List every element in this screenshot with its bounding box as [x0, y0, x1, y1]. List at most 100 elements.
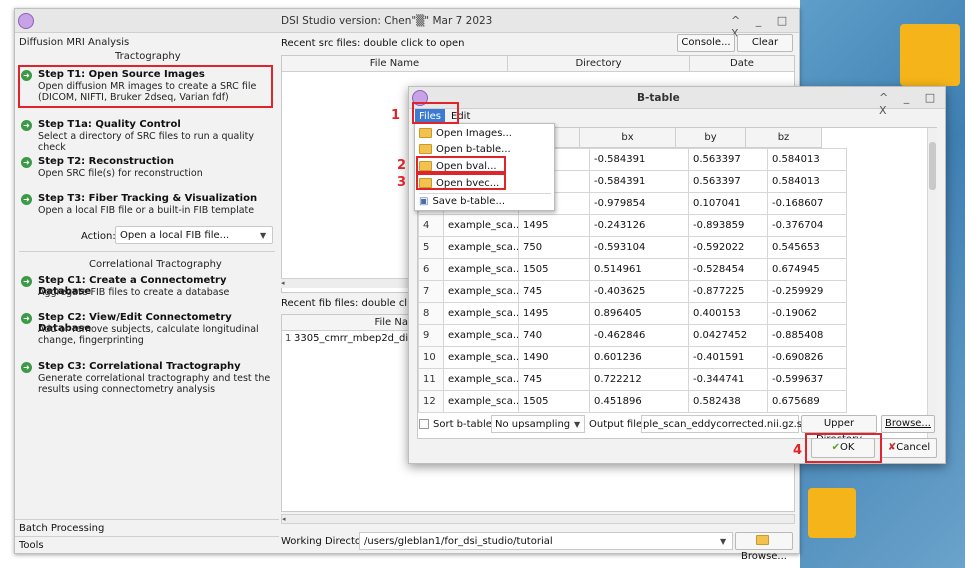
col-file-name[interactable]: File Name: [282, 56, 508, 72]
section-header[interactable]: Diffusion MRI Analysis: [19, 37, 129, 48]
col-bx[interactable]: bx: [580, 128, 676, 148]
console-button[interactable]: Console...: [677, 34, 735, 52]
btable-cell-by[interactable]: 0.400153: [688, 302, 768, 325]
btable-cell-name[interactable]: example_sca...: [443, 280, 519, 303]
btable-cell-n[interactable]: 7: [418, 280, 444, 303]
btable-cell-by[interactable]: 0.563397: [688, 170, 768, 193]
btable-cell-bx[interactable]: -0.462846: [589, 324, 689, 347]
btable-row[interactable]: 10 example_sca... 1490 0.601236 -0.401591 -0.…: [418, 346, 847, 369]
btable-cell-name[interactable]: example_sca...: [443, 390, 519, 413]
btable-cell-by[interactable]: 0.0427452: [688, 324, 768, 347]
btable-row[interactable]: 7 example_sca... 745 -0.403625 -0.877225 -0.2…: [418, 280, 847, 303]
dialog-window-controls[interactable]: ^ _ □ X: [879, 91, 945, 117]
step-c3[interactable]: ➜ Step C3: Correlational Tractography Ge…: [21, 360, 273, 398]
btable-cell-n[interactable]: 10: [418, 346, 444, 369]
btable-cell-by[interactable]: 0.582438: [688, 390, 768, 413]
btable-cell-n[interactable]: 9: [418, 324, 444, 347]
btable-cell-b[interactable]: 740: [518, 324, 590, 347]
browse-button[interactable]: Browse...: [881, 415, 935, 433]
vertical-scrollbar[interactable]: [927, 128, 937, 438]
cancel-button[interactable]: ✘Cancel: [881, 438, 937, 458]
btable-cell-bz[interactable]: 0.675689: [767, 390, 847, 413]
step-c1[interactable]: ➜ Step C1: Create a Connectometry Databa…: [21, 274, 273, 300]
btable-cell-bz[interactable]: -0.19062: [767, 302, 847, 325]
btable-row[interactable]: 5 example_sca... 750 -0.593104 -0.592022 0.54…: [418, 236, 847, 259]
btable-cell-bz[interactable]: 0.584013: [767, 170, 847, 193]
col-date[interactable]: Date: [690, 56, 794, 72]
btable-cell-b[interactable]: 745: [518, 368, 590, 391]
col-bz[interactable]: bz: [746, 128, 822, 148]
btable-cell-name[interactable]: example_sca...: [443, 214, 519, 237]
btable-row[interactable]: 11 example_sca... 745 0.722212 -0.344741 -0.5…: [418, 368, 847, 391]
step-c2[interactable]: ➜ Step C2: View/Edit Connectometry Datab…: [21, 311, 273, 349]
btable-cell-n[interactable]: 12: [418, 390, 444, 413]
browse-button[interactable]: Browse...: [735, 532, 793, 562]
btable-cell-b[interactable]: 1505: [518, 390, 590, 413]
scrollbar-thumb[interactable]: [929, 142, 936, 190]
btable-cell-bz[interactable]: 0.584013: [767, 148, 847, 171]
btable-cell-bx[interactable]: 0.896405: [589, 302, 689, 325]
col-fib-file-name[interactable]: File Na: [282, 315, 412, 331]
horizontal-scrollbar[interactable]: ◂: [281, 278, 411, 288]
batch-processing-tab[interactable]: Batch Processing: [15, 519, 279, 536]
btable-row[interactable]: 4 example_sca... 1495 -0.243126 -0.893859 -0.…: [418, 214, 847, 237]
menu-item-save-btable[interactable]: ▣ Save b-table...: [419, 194, 551, 210]
btable-cell-bx[interactable]: -0.584391: [589, 170, 689, 193]
btable-cell-by[interactable]: 0.563397: [688, 148, 768, 171]
btable-cell-b[interactable]: 1505: [518, 258, 590, 281]
btable-cell-by[interactable]: -0.401591: [688, 346, 768, 369]
btable-cell-b[interactable]: 745: [518, 280, 590, 303]
col-by[interactable]: by: [676, 128, 746, 148]
btable-cell-bx[interactable]: 0.722212: [589, 368, 689, 391]
btable-cell-name[interactable]: example_sca...: [443, 236, 519, 259]
btable-cell-b[interactable]: 750: [518, 236, 590, 259]
step-t2[interactable]: ➜ Step T2: Reconstruction Open SRC file(…: [21, 155, 273, 181]
btable-cell-bx[interactable]: -0.403625: [589, 280, 689, 303]
btable-cell-by[interactable]: -0.344741: [688, 368, 768, 391]
btable-row[interactable]: 6 example_sca... 1505 0.514961 -0.528454 0.67…: [418, 258, 847, 281]
btable-cell-by[interactable]: -0.592022: [688, 236, 768, 259]
btable-cell-n[interactable]: 6: [418, 258, 444, 281]
btable-cell-n[interactable]: 4: [418, 214, 444, 237]
btable-cell-bx[interactable]: -0.584391: [589, 148, 689, 171]
working-dir-select[interactable]: /users/gleblan1/for_dsi_studio/tutorial …: [359, 532, 733, 550]
btable-cell-bx[interactable]: 0.451896: [589, 390, 689, 413]
btable-cell-b[interactable]: 1495: [518, 214, 590, 237]
btable-cell-bz[interactable]: -0.599637: [767, 368, 847, 391]
upsampling-select[interactable]: No upsampling ▼: [491, 415, 585, 433]
sort-btable-checkbox[interactable]: [419, 419, 429, 429]
btable-cell-bx[interactable]: 0.601236: [589, 346, 689, 369]
btable-cell-name[interactable]: example_sca...: [443, 258, 519, 281]
horizontal-scrollbar[interactable]: ◂: [281, 514, 795, 524]
btable-cell-bz[interactable]: -0.376704: [767, 214, 847, 237]
btable-cell-bz[interactable]: 0.674945: [767, 258, 847, 281]
btable-cell-name[interactable]: example_sca...: [443, 324, 519, 347]
btable-cell-name[interactable]: example_sca...: [443, 302, 519, 325]
btable-cell-n[interactable]: 5: [418, 236, 444, 259]
btable-cell-bz[interactable]: -0.259929: [767, 280, 847, 303]
btable-cell-by[interactable]: -0.528454: [688, 258, 768, 281]
btable-row[interactable]: 12 example_sca... 1505 0.451896 0.582438 0.67…: [418, 390, 847, 413]
menu-item-open-images[interactable]: Open Images...: [419, 126, 551, 142]
btable-cell-bz[interactable]: 0.545653: [767, 236, 847, 259]
btable-cell-name[interactable]: example_sca...: [443, 368, 519, 391]
btable-cell-bx[interactable]: -0.979854: [589, 192, 689, 215]
btable-cell-bz[interactable]: -0.690826: [767, 346, 847, 369]
output-file-input[interactable]: ple_scan_eddycorrected.nii.gz.src.gz: [641, 415, 826, 433]
tools-tab[interactable]: Tools: [15, 536, 279, 553]
btable-cell-bz[interactable]: -0.168607: [767, 192, 847, 215]
btable-cell-b[interactable]: 1490: [518, 346, 590, 369]
step-t1a[interactable]: ➜ Step T1a: Quality Control Select a dir…: [21, 118, 273, 153]
btable-cell-name[interactable]: example_sca...: [443, 346, 519, 369]
col-directory[interactable]: Directory: [508, 56, 690, 72]
btable-row[interactable]: 9 example_sca... 740 -0.462846 0.0427452 -0.8…: [418, 324, 847, 347]
btable-cell-b[interactable]: 1495: [518, 302, 590, 325]
clear-button[interactable]: Clear: [737, 34, 793, 52]
btable-cell-bx[interactable]: 0.514961: [589, 258, 689, 281]
step-t3[interactable]: ➜ Step T3: Fiber Tracking & Visualizatio…: [21, 192, 273, 218]
action-select[interactable]: Open a local FIB file... ▼: [115, 226, 273, 244]
btable-cell-bx[interactable]: -0.243126: [589, 214, 689, 237]
btable-cell-by[interactable]: 0.107041: [688, 192, 768, 215]
btable-cell-n[interactable]: 8: [418, 302, 444, 325]
btable-cell-by[interactable]: -0.893859: [688, 214, 768, 237]
